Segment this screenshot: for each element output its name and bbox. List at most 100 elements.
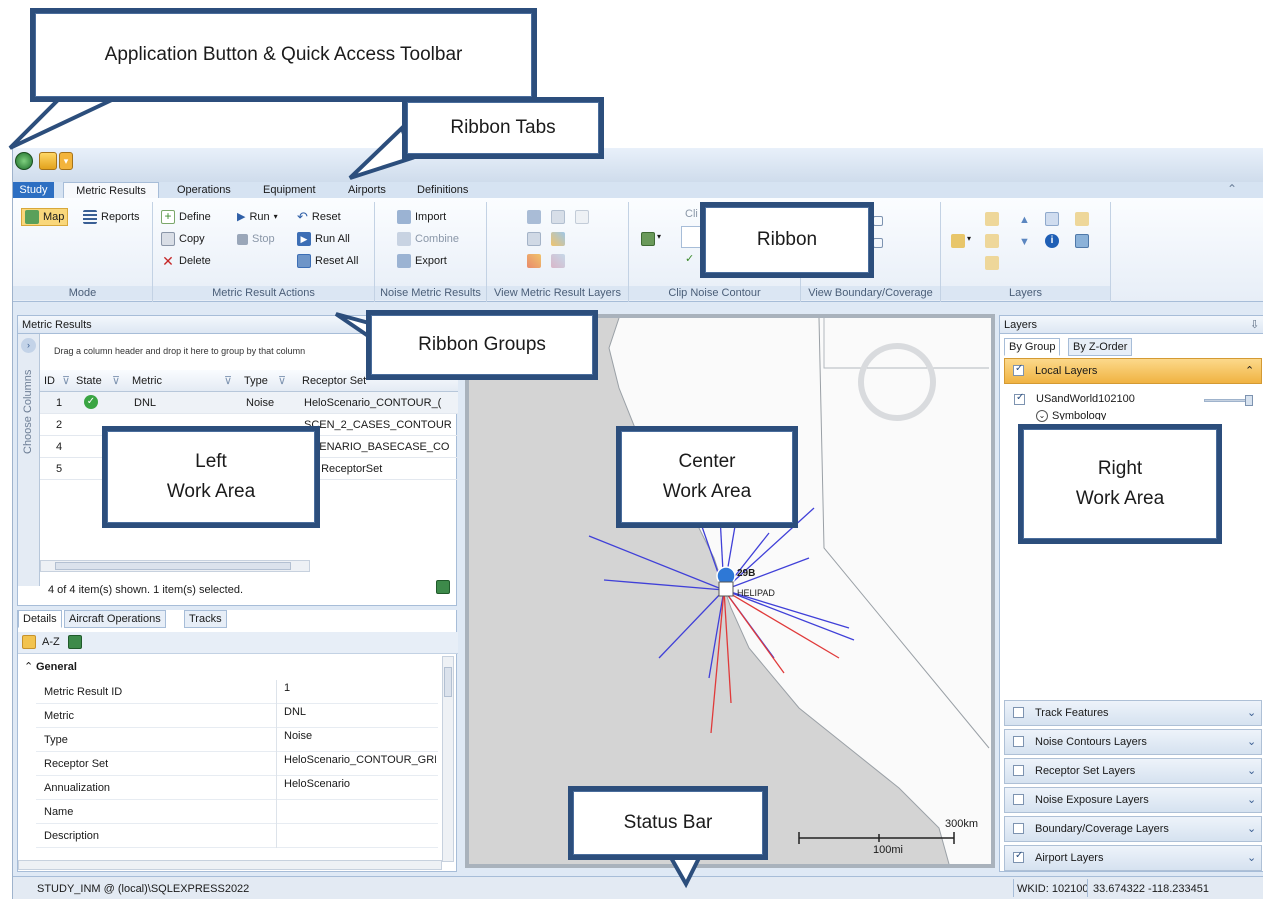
group-checkbox[interactable] (1013, 765, 1024, 776)
property-row[interactable]: Description (36, 824, 438, 848)
stop-button[interactable]: Stop (237, 230, 275, 248)
map-button[interactable]: Map (21, 208, 69, 226)
horizontal-scrollbar[interactable] (40, 560, 310, 572)
chevron-down-icon[interactable]: ⌄ (1247, 822, 1256, 835)
column-id[interactable]: ID (44, 375, 55, 387)
layer-properties-icon[interactable] (1075, 212, 1089, 226)
layer-group-noise-contours[interactable]: Noise Contours Layers ⌄ (1004, 729, 1262, 755)
layer-stack-icon[interactable] (985, 234, 999, 248)
chevron-down-icon[interactable]: ⌄ (1247, 764, 1256, 777)
chevron-down-icon[interactable]: ⌄ (1247, 706, 1256, 719)
expand-icon[interactable]: › (21, 338, 36, 353)
run-button[interactable]: ▶ Run ▾ (237, 208, 278, 226)
excel-export-icon[interactable] (68, 635, 82, 649)
property-row[interactable]: Annualization HeloScenario (36, 776, 438, 800)
filter-icon[interactable]: ⊽ (224, 374, 232, 387)
reset-all-button[interactable]: Reset All (297, 252, 358, 270)
group-checkbox[interactable] (1013, 794, 1024, 805)
tab-metric-results[interactable]: Metric Results (63, 182, 159, 199)
filter-icon[interactable]: ⊽ (278, 374, 286, 387)
add-layer-icon[interactable] (951, 234, 965, 248)
picture-icon[interactable] (1075, 234, 1089, 248)
chevron-up-icon[interactable]: ⌃ (1245, 364, 1254, 377)
reset-button[interactable]: ↶ Reset (297, 208, 341, 226)
layer-group-receptor-set[interactable]: Receptor Set Layers ⌄ (1004, 758, 1262, 784)
filter-icon[interactable]: ⊽ (112, 374, 120, 387)
chevron-down-icon[interactable]: ⌄ (1247, 793, 1256, 806)
move-down-icon[interactable]: ▼ (1019, 236, 1030, 248)
boundary-icon[interactable] (873, 216, 883, 226)
categorized-icon[interactable] (22, 635, 36, 649)
table-row-selected[interactable]: 1 ✓ DNL Noise HeloScenario_CONTOUR_( (40, 392, 458, 414)
delete-button[interactable]: ✕ Delete (161, 252, 211, 270)
tab-by-group[interactable]: By Group (1004, 338, 1061, 356)
horizontal-scrollbar[interactable] (18, 860, 442, 870)
export-button[interactable]: Export (397, 252, 447, 270)
layer-group-track-features[interactable]: Track Features ⌄ (1004, 700, 1262, 726)
import-button[interactable]: Import (397, 208, 446, 226)
column-type[interactable]: Type (244, 375, 268, 387)
open-folder-icon[interactable] (39, 152, 57, 170)
group-checkbox[interactable] (1013, 823, 1024, 834)
copy-button[interactable]: Copy (161, 230, 205, 248)
group-checkbox[interactable] (1013, 850, 1024, 863)
contour-layer-icon[interactable] (551, 254, 565, 268)
property-row[interactable]: Metric DNL (36, 704, 438, 728)
application-button[interactable] (15, 152, 33, 170)
opacity-slider[interactable] (1204, 395, 1253, 406)
local-layers-header[interactable]: Local Layers ⌃ (1004, 358, 1262, 384)
chevron-down-icon[interactable]: ▾ (657, 232, 661, 241)
check-icon[interactable]: ✓ (685, 252, 694, 265)
vertical-scrollbar[interactable] (442, 656, 454, 862)
local-layers-checkbox[interactable] (1013, 363, 1024, 376)
layer-group-airport[interactable]: Airport Layers ⌄ (1004, 845, 1262, 871)
move-up-icon[interactable]: ▲ (1019, 214, 1030, 226)
scrollbar-thumb[interactable] (55, 562, 291, 570)
contour-layer-icon[interactable] (551, 232, 565, 246)
combine-button[interactable]: Combine (397, 230, 459, 248)
tab-details[interactable]: Details (18, 610, 62, 628)
group-checkbox[interactable] (1013, 736, 1024, 747)
layer-icon[interactable] (527, 210, 541, 224)
tab-equipment[interactable]: Equipment (259, 182, 320, 199)
column-receptor-set[interactable]: Receptor Set (302, 375, 366, 387)
layer-group-boundary-coverage[interactable]: Boundary/Coverage Layers ⌄ (1004, 816, 1262, 842)
tab-tracks[interactable]: Tracks (184, 610, 227, 628)
layer-group-noise-exposure[interactable]: Noise Exposure Layers ⌄ (1004, 787, 1262, 813)
property-row[interactable]: Metric Result ID 1 (36, 680, 438, 704)
tab-by-z-order[interactable]: By Z-Order (1068, 338, 1133, 356)
excel-export-icon[interactable] (436, 580, 450, 594)
property-row[interactable]: Receptor Set HeloScenario_CONTOUR_GRI (36, 752, 438, 776)
slider-thumb[interactable] (1245, 395, 1253, 406)
grid-layer-icon[interactable] (527, 232, 541, 246)
group-checkbox[interactable] (1013, 707, 1024, 718)
customize-toolbar-dropdown-icon[interactable]: ▾ (59, 152, 73, 170)
layer-stack-icon[interactable] (985, 256, 999, 270)
clip-tool-icon[interactable] (641, 232, 655, 246)
section-general[interactable]: ⌃ General (18, 656, 438, 678)
chevron-down-icon[interactable]: ▾ (967, 234, 971, 243)
chevron-down-icon[interactable]: ⌄ (1247, 851, 1256, 864)
tab-definitions[interactable]: Definitions (413, 182, 472, 199)
reports-button[interactable]: Reports (83, 208, 140, 226)
chevron-up-icon[interactable]: ⌃ (24, 660, 33, 673)
info-icon[interactable]: i (1045, 234, 1059, 248)
define-button[interactable]: + Define (161, 208, 211, 226)
collapse-ribbon-icon[interactable]: ⌃ (1227, 182, 1237, 196)
pin-icon[interactable]: ⇩ (1250, 318, 1259, 331)
coverage-icon[interactable] (873, 238, 883, 248)
property-row[interactable]: Type Noise (36, 728, 438, 752)
map-canvas[interactable] (469, 318, 991, 864)
layer-icon[interactable] (575, 210, 589, 224)
run-all-button[interactable]: ▶ Run All (297, 230, 350, 248)
scrollbar-thumb[interactable] (444, 667, 452, 697)
chevron-down-icon[interactable]: ⌄ (1247, 735, 1256, 748)
contour-layer-icon[interactable] (527, 254, 541, 268)
tab-airports[interactable]: Airports (344, 182, 390, 199)
expand-symbology-icon[interactable]: ⌄ (1036, 410, 1048, 422)
basemap-checkbox[interactable] (1014, 392, 1025, 405)
table-icon[interactable] (1045, 212, 1059, 226)
column-metric[interactable]: Metric (132, 375, 162, 387)
layer-icon[interactable] (551, 210, 565, 224)
tab-study[interactable]: Study (13, 182, 54, 199)
